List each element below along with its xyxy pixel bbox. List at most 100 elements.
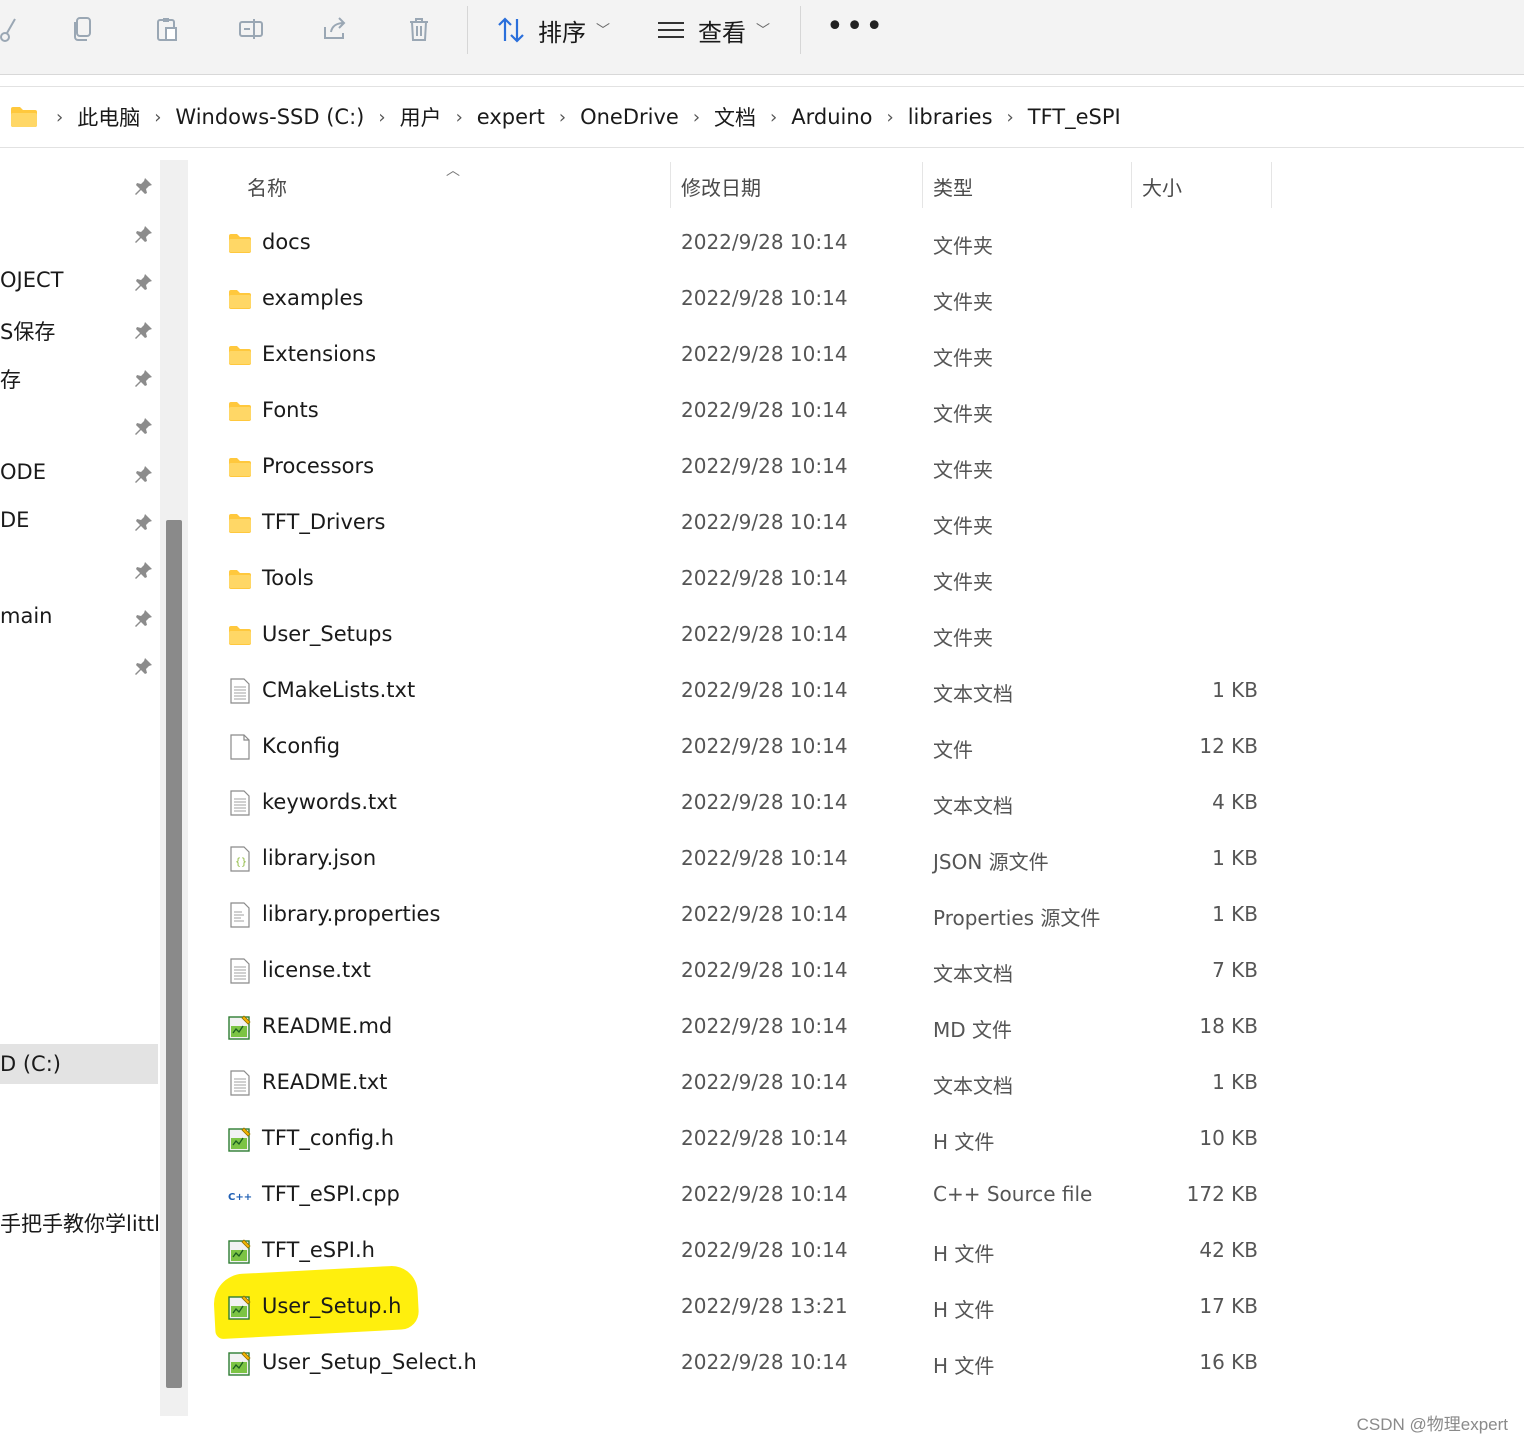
file-row[interactable]: examples 2022/9/28 10:14 文件夹 [190,272,1524,328]
chevron-right-icon[interactable]: › [887,107,894,128]
chevron-right-icon[interactable]: › [559,107,566,128]
file-date: 2022/9/28 10:14 [681,342,848,366]
file-row[interactable]: C++ TFT_eSPI.cpp 2022/9/28 10:14 C++ Source… [190,1168,1524,1224]
pin-icon[interactable] [134,512,154,532]
column-divider[interactable] [670,162,671,208]
column-type[interactable]: 类型 [933,172,973,201]
nav-folder-label[interactable]: 手把手教你学littl [0,1208,160,1238]
share-icon[interactable] [318,12,352,46]
file-row[interactable]: Tools 2022/9/28 10:14 文件夹 [190,552,1524,608]
folder-icon [228,510,252,536]
file-row[interactable]: Fonts 2022/9/28 10:14 文件夹 [190,384,1524,440]
nav-item-label[interactable]: S保存 [0,316,55,346]
view-label: 查看 [698,18,746,47]
file-row[interactable]: license.txt 2022/9/28 10:14 文本文档 7 KB [190,944,1524,1000]
folder-icon [228,622,252,648]
file-date: 2022/9/28 10:14 [681,286,848,310]
delete-icon[interactable] [402,12,436,46]
file-row[interactable]: library.properties 2022/9/28 10:14 Propert… [190,888,1524,944]
file-row[interactable]: Extensions 2022/9/28 10:14 文件夹 [190,328,1524,384]
breadcrumb-item[interactable]: 文档 [714,102,756,132]
chevron-right-icon[interactable]: › [770,107,777,128]
pin-icon[interactable] [134,272,154,292]
chevron-down-icon: ﹀ [756,23,770,39]
chevron-right-icon[interactable]: › [456,107,463,128]
chevron-right-icon[interactable]: › [378,107,385,128]
nav-item-label[interactable]: main [0,604,52,628]
file-name: TFT_Drivers [262,510,386,534]
breadcrumb-item[interactable]: 此电脑 [77,102,140,132]
nav-item-label[interactable]: ODE [0,460,46,484]
pin-icon[interactable] [134,560,154,580]
toolbar-separator [467,6,468,54]
file-row[interactable]: User_Setup_Select.h 2022/9/28 10:14 H 文件 16… [190,1336,1524,1392]
paste-icon[interactable] [150,12,184,46]
column-divider[interactable] [922,162,923,208]
file-row[interactable]: README.md 2022/9/28 10:14 MD 文件 18 KB [190,1000,1524,1056]
file-name: TFT_eSPI.h [262,1238,375,1262]
breadcrumb-item[interactable]: Arduino [791,105,872,129]
view-icon [658,22,684,38]
breadcrumb-item[interactable]: OneDrive [580,105,679,129]
cut-icon[interactable] [0,12,26,46]
nav-item-label[interactable]: DE [0,508,29,532]
file-row[interactable]: Processors 2022/9/28 10:14 文件夹 [190,440,1524,496]
nav-scrollbar-thumb[interactable] [166,520,182,1388]
file-type: 文件夹 [933,570,993,594]
chevron-right-icon[interactable]: › [1007,107,1014,128]
column-date[interactable]: 修改日期 [681,172,761,201]
breadcrumb: › 此电脑 › Windows-SSD (C:) › 用户 › expert › OneDrive… [10,87,1121,147]
file-row[interactable]: User_Setups 2022/9/28 10:14 文件夹 [190,608,1524,664]
copy-icon[interactable] [66,12,100,46]
nav-item-label[interactable]: 存 [0,364,21,394]
breadcrumb-item[interactable]: 用户 [400,102,442,132]
pin-icon[interactable] [134,224,154,244]
file-row[interactable]: TFT_eSPI.h 2022/9/28 10:14 H 文件 42 KB [190,1224,1524,1280]
column-size[interactable]: 大小 [1142,172,1182,201]
pin-icon[interactable] [134,416,154,436]
breadcrumb-item[interactable]: libraries [908,105,993,129]
breadcrumb-item[interactable]: expert [477,105,545,129]
file-date: 2022/9/28 13:21 [681,1294,848,1318]
nav-drive-label[interactable]: D (C:) [0,1052,61,1076]
column-divider[interactable] [1271,162,1272,208]
pin-icon[interactable] [134,320,154,340]
sort-button[interactable]: 排序 ﹀ [496,12,610,48]
file-row[interactable]: TFT_Drivers 2022/9/28 10:14 文件夹 [190,496,1524,552]
chevron-right-icon[interactable]: › [693,107,700,128]
file-row[interactable]: README.txt 2022/9/28 10:14 文本文档 1 KB [190,1056,1524,1112]
pin-icon[interactable] [134,464,154,484]
file-row[interactable]: TFT_config.h 2022/9/28 10:14 H 文件 10 KB [190,1112,1524,1168]
file-type: 文件夹 [933,514,993,538]
chevron-right-icon[interactable]: › [56,107,63,128]
pin-icon[interactable] [134,176,154,196]
file-row[interactable]: {} library.json 2022/9/28 10:14 JSON 源文件 1 K… [190,832,1524,888]
file-type: 文本文档 [933,962,1013,986]
pin-icon[interactable] [134,368,154,388]
chevron-right-icon[interactable]: › [154,107,161,128]
address-bar[interactable]: › 此电脑 › Windows-SSD (C:) › 用户 › expert › OneDrive… [0,86,1524,148]
breadcrumb-item[interactable]: TFT_eSPI [1028,105,1121,129]
rename-icon[interactable] [234,12,268,46]
file-row[interactable]: keywords.txt 2022/9/28 10:14 文本文档 4 KB [190,776,1524,832]
file-size: 42 KB [1199,1238,1258,1262]
file-row[interactable]: User_Setup.h 2022/9/28 13:21 H 文件 17 KB [190,1280,1524,1336]
breadcrumb-item[interactable]: Windows-SSD (C:) [175,105,364,129]
folder-icon [228,286,252,312]
file-list: ︿ 名称 修改日期 类型 大小 docs 2022/9/28 10:14 文件夹 ex… [190,160,1524,1416]
pin-icon[interactable] [134,608,154,628]
file-row[interactable]: docs 2022/9/28 10:14 文件夹 [190,216,1524,272]
file-row[interactable]: CMakeLists.txt 2022/9/28 10:14 文本文档 1 KB [190,664,1524,720]
file-row[interactable]: Kconfig 2022/9/28 10:14 文件 12 KB [190,720,1524,776]
nav-item-label[interactable]: OJECT [0,268,63,292]
window-bottom-edge [0,1416,1524,1440]
view-button[interactable]: 查看 ﹀ [656,12,770,48]
file-name: examples [262,286,364,310]
pin-icon[interactable] [134,656,154,676]
column-name[interactable]: 名称 [247,172,287,201]
more-options-button[interactable]: ••• [826,12,885,42]
folder-icon [11,107,37,127]
column-divider[interactable] [1131,162,1132,208]
file-name: README.md [262,1014,393,1038]
file-date: 2022/9/28 10:14 [681,958,848,982]
